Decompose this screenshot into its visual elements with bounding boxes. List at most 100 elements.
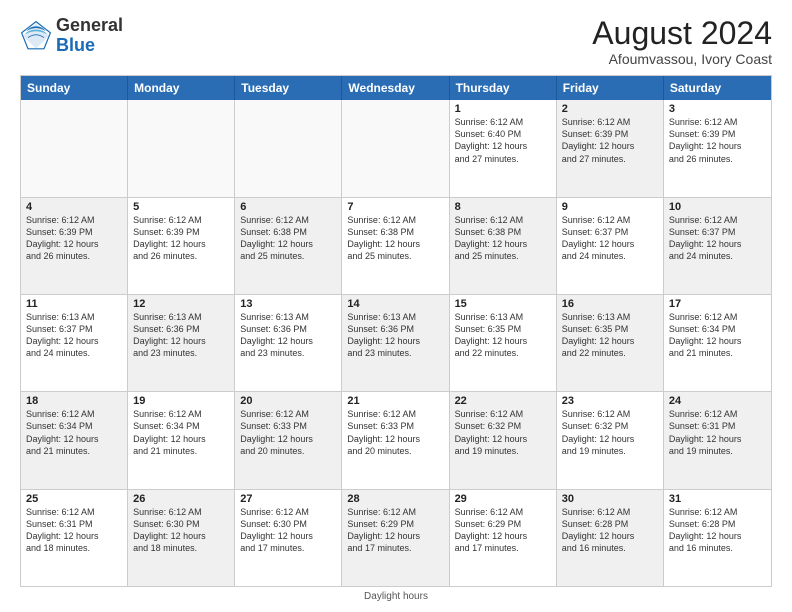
calendar-cell: 25Sunrise: 6:12 AM Sunset: 6:31 PM Dayli… (21, 490, 128, 586)
header-day-saturday: Saturday (664, 76, 771, 100)
day-info: Sunrise: 6:12 AM Sunset: 6:40 PM Dayligh… (455, 116, 551, 165)
calendar-cell (21, 100, 128, 196)
day-info: Sunrise: 6:13 AM Sunset: 6:36 PM Dayligh… (240, 311, 336, 360)
day-number: 6 (240, 201, 336, 213)
day-info: Sunrise: 6:12 AM Sunset: 6:38 PM Dayligh… (240, 214, 336, 263)
day-info: Sunrise: 6:12 AM Sunset: 6:37 PM Dayligh… (669, 214, 766, 263)
day-info: Sunrise: 6:12 AM Sunset: 6:38 PM Dayligh… (455, 214, 551, 263)
day-info: Sunrise: 6:12 AM Sunset: 6:29 PM Dayligh… (347, 506, 443, 555)
day-info: Sunrise: 6:12 AM Sunset: 6:39 PM Dayligh… (133, 214, 229, 263)
main-title: August 2024 (592, 16, 772, 51)
day-info: Sunrise: 6:12 AM Sunset: 6:39 PM Dayligh… (562, 116, 658, 165)
calendar-cell: 21Sunrise: 6:12 AM Sunset: 6:33 PM Dayli… (342, 392, 449, 488)
calendar-row-4: 18Sunrise: 6:12 AM Sunset: 6:34 PM Dayli… (21, 391, 771, 488)
calendar-row-5: 25Sunrise: 6:12 AM Sunset: 6:31 PM Dayli… (21, 489, 771, 586)
day-info: Sunrise: 6:13 AM Sunset: 6:35 PM Dayligh… (562, 311, 658, 360)
day-info: Sunrise: 6:13 AM Sunset: 6:36 PM Dayligh… (133, 311, 229, 360)
calendar: SundayMondayTuesdayWednesdayThursdayFrid… (20, 75, 772, 587)
day-info: Sunrise: 6:12 AM Sunset: 6:28 PM Dayligh… (562, 506, 658, 555)
calendar-cell (235, 100, 342, 196)
calendar-row-1: 1Sunrise: 6:12 AM Sunset: 6:40 PM Daylig… (21, 100, 771, 196)
day-number: 21 (347, 395, 443, 407)
day-info: Sunrise: 6:12 AM Sunset: 6:34 PM Dayligh… (26, 408, 122, 457)
logo-blue-text: Blue (56, 35, 95, 55)
calendar-cell: 12Sunrise: 6:13 AM Sunset: 6:36 PM Dayli… (128, 295, 235, 391)
calendar-cell: 3Sunrise: 6:12 AM Sunset: 6:39 PM Daylig… (664, 100, 771, 196)
header-day-thursday: Thursday (450, 76, 557, 100)
day-info: Sunrise: 6:12 AM Sunset: 6:34 PM Dayligh… (133, 408, 229, 457)
calendar-cell: 14Sunrise: 6:13 AM Sunset: 6:36 PM Dayli… (342, 295, 449, 391)
day-info: Sunrise: 6:12 AM Sunset: 6:28 PM Dayligh… (669, 506, 766, 555)
calendar-cell: 26Sunrise: 6:12 AM Sunset: 6:30 PM Dayli… (128, 490, 235, 586)
calendar-cell: 9Sunrise: 6:12 AM Sunset: 6:37 PM Daylig… (557, 198, 664, 294)
day-number: 2 (562, 103, 658, 115)
header-day-sunday: Sunday (21, 76, 128, 100)
calendar-cell: 1Sunrise: 6:12 AM Sunset: 6:40 PM Daylig… (450, 100, 557, 196)
day-number: 26 (133, 493, 229, 505)
calendar-cell: 16Sunrise: 6:13 AM Sunset: 6:35 PM Dayli… (557, 295, 664, 391)
day-info: Sunrise: 6:12 AM Sunset: 6:32 PM Dayligh… (562, 408, 658, 457)
calendar-cell: 22Sunrise: 6:12 AM Sunset: 6:32 PM Dayli… (450, 392, 557, 488)
logo-general: General (56, 15, 123, 35)
day-number: 1 (455, 103, 551, 115)
title-block: August 2024 Afoumvassou, Ivory Coast (592, 16, 772, 67)
footer-note: Daylight hours (20, 591, 772, 602)
sub-title: Afoumvassou, Ivory Coast (592, 51, 772, 67)
day-info: Sunrise: 6:12 AM Sunset: 6:34 PM Dayligh… (669, 311, 766, 360)
day-number: 8 (455, 201, 551, 213)
day-number: 28 (347, 493, 443, 505)
calendar-cell: 23Sunrise: 6:12 AM Sunset: 6:32 PM Dayli… (557, 392, 664, 488)
header-day-tuesday: Tuesday (235, 76, 342, 100)
day-info: Sunrise: 6:12 AM Sunset: 6:37 PM Dayligh… (562, 214, 658, 263)
calendar-cell: 18Sunrise: 6:12 AM Sunset: 6:34 PM Dayli… (21, 392, 128, 488)
day-number: 13 (240, 298, 336, 310)
day-number: 24 (669, 395, 766, 407)
day-number: 17 (669, 298, 766, 310)
page: General Blue August 2024 Afoumvassou, Iv… (0, 0, 792, 612)
calendar-cell: 5Sunrise: 6:12 AM Sunset: 6:39 PM Daylig… (128, 198, 235, 294)
day-info: Sunrise: 6:12 AM Sunset: 6:29 PM Dayligh… (455, 506, 551, 555)
day-number: 14 (347, 298, 443, 310)
day-number: 15 (455, 298, 551, 310)
day-number: 9 (562, 201, 658, 213)
day-number: 3 (669, 103, 766, 115)
calendar-cell: 19Sunrise: 6:12 AM Sunset: 6:34 PM Dayli… (128, 392, 235, 488)
calendar-cell: 4Sunrise: 6:12 AM Sunset: 6:39 PM Daylig… (21, 198, 128, 294)
calendar-cell: 6Sunrise: 6:12 AM Sunset: 6:38 PM Daylig… (235, 198, 342, 294)
calendar-cell (342, 100, 449, 196)
calendar-cell: 15Sunrise: 6:13 AM Sunset: 6:35 PM Dayli… (450, 295, 557, 391)
calendar-cell: 8Sunrise: 6:12 AM Sunset: 6:38 PM Daylig… (450, 198, 557, 294)
day-info: Sunrise: 6:13 AM Sunset: 6:35 PM Dayligh… (455, 311, 551, 360)
day-number: 31 (669, 493, 766, 505)
header: General Blue August 2024 Afoumvassou, Iv… (20, 16, 772, 67)
day-info: Sunrise: 6:12 AM Sunset: 6:33 PM Dayligh… (240, 408, 336, 457)
day-number: 7 (347, 201, 443, 213)
day-number: 12 (133, 298, 229, 310)
day-number: 10 (669, 201, 766, 213)
logo-text: General Blue (56, 16, 123, 56)
day-info: Sunrise: 6:12 AM Sunset: 6:30 PM Dayligh… (133, 506, 229, 555)
day-info: Sunrise: 6:12 AM Sunset: 6:31 PM Dayligh… (669, 408, 766, 457)
day-number: 25 (26, 493, 122, 505)
day-number: 4 (26, 201, 122, 213)
day-info: Sunrise: 6:12 AM Sunset: 6:39 PM Dayligh… (26, 214, 122, 263)
day-number: 16 (562, 298, 658, 310)
day-info: Sunrise: 6:13 AM Sunset: 6:36 PM Dayligh… (347, 311, 443, 360)
day-number: 23 (562, 395, 658, 407)
day-number: 11 (26, 298, 122, 310)
day-info: Sunrise: 6:12 AM Sunset: 6:31 PM Dayligh… (26, 506, 122, 555)
calendar-cell: 10Sunrise: 6:12 AM Sunset: 6:37 PM Dayli… (664, 198, 771, 294)
day-number: 30 (562, 493, 658, 505)
calendar-cell: 11Sunrise: 6:13 AM Sunset: 6:37 PM Dayli… (21, 295, 128, 391)
logo-icon (20, 20, 52, 52)
header-day-monday: Monday (128, 76, 235, 100)
day-info: Sunrise: 6:12 AM Sunset: 6:30 PM Dayligh… (240, 506, 336, 555)
day-info: Sunrise: 6:13 AM Sunset: 6:37 PM Dayligh… (26, 311, 122, 360)
day-number: 19 (133, 395, 229, 407)
calendar-cell: 28Sunrise: 6:12 AM Sunset: 6:29 PM Dayli… (342, 490, 449, 586)
calendar-cell: 13Sunrise: 6:13 AM Sunset: 6:36 PM Dayli… (235, 295, 342, 391)
calendar-row-3: 11Sunrise: 6:13 AM Sunset: 6:37 PM Dayli… (21, 294, 771, 391)
calendar-cell: 2Sunrise: 6:12 AM Sunset: 6:39 PM Daylig… (557, 100, 664, 196)
day-number: 5 (133, 201, 229, 213)
header-day-friday: Friday (557, 76, 664, 100)
